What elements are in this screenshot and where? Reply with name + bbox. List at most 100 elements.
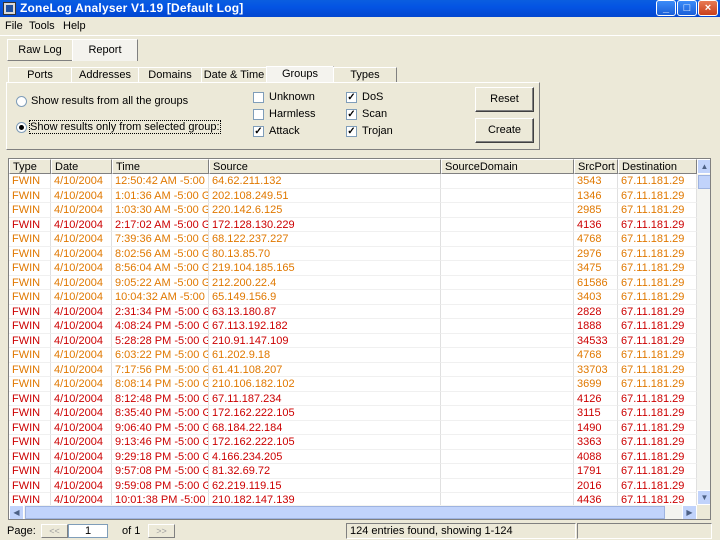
tab-ports[interactable]: Ports — [8, 67, 72, 82]
menu-help[interactable]: Help — [63, 20, 86, 32]
table-row[interactable]: FWIN4/10/20048:35:40 PM -5:00 GM172.162.… — [9, 406, 697, 421]
minimize-button[interactable]: _ — [656, 0, 676, 16]
table-row[interactable]: FWIN4/10/20045:28:28 PM -5:00 GM210.91.1… — [9, 333, 697, 348]
column-header-source-domain[interactable]: SourceDomain — [441, 159, 574, 174]
checkbox-trojan[interactable]: ✓ — [346, 126, 357, 137]
table-row[interactable]: FWIN4/10/200410:04:32 AM -5:00 GI65.149.… — [9, 290, 697, 305]
tab-raw-log[interactable]: Raw Log — [7, 39, 73, 61]
scroll-right-button[interactable]: ▶ — [682, 505, 697, 519]
next-page-button[interactable]: >> — [148, 524, 175, 538]
cell-time: 9:05:22 AM -5:00 GM — [112, 275, 209, 290]
radio-selected-groups[interactable] — [16, 122, 27, 133]
tab-types[interactable]: Types — [333, 67, 397, 82]
scroll-down-button[interactable]: ▼ — [697, 490, 710, 505]
menu-file[interactable]: File — [5, 20, 23, 32]
prev-page-button[interactable]: << — [41, 524, 68, 538]
table-row[interactable]: FWIN4/10/20048:56:04 AM -5:00 GM219.104.… — [9, 261, 697, 276]
create-button[interactable]: Create — [475, 118, 534, 143]
column-header-time[interactable]: Time — [112, 159, 209, 174]
table-row[interactable]: FWIN4/10/20048:08:14 PM -5:00 GM210.106.… — [9, 377, 697, 392]
cell-date: 4/10/2004 — [51, 304, 112, 319]
reset-button[interactable]: Reset — [475, 87, 534, 112]
table-row[interactable]: FWIN4/10/20041:03:30 AM -5:00 GM220.142.… — [9, 203, 697, 218]
cell-destination: 67.11.181.29 — [618, 290, 697, 305]
vertical-scroll-thumb[interactable] — [698, 175, 710, 189]
column-header-source[interactable]: Source — [209, 159, 441, 174]
table-row[interactable]: FWIN4/10/20042:31:34 PM -5:00 GM63.13.18… — [9, 304, 697, 319]
tab-groups[interactable]: Groups — [266, 66, 334, 83]
menu-tools[interactable]: Tools — [29, 20, 55, 32]
cell-type: FWIN — [9, 290, 51, 305]
tab-date-time[interactable]: Date & Time — [201, 67, 267, 82]
cell-source: 210.106.182.102 — [209, 377, 441, 392]
table-row[interactable]: FWIN4/10/20049:06:40 PM -5:00 GM68.184.2… — [9, 420, 697, 435]
cell-destination: 67.11.181.29 — [618, 377, 697, 392]
checkbox-attack-label[interactable]: Attack — [269, 125, 300, 137]
tab-domains[interactable]: Domains — [138, 67, 202, 82]
checkbox-unknown-label[interactable]: Unknown — [269, 91, 315, 103]
checkbox-dos-label[interactable]: DoS — [362, 91, 383, 103]
tab-report[interactable]: Report — [72, 39, 138, 61]
checkbox-unknown[interactable] — [253, 92, 264, 103]
horizontal-scrollbar[interactable]: ◀ ▶ — [9, 505, 697, 519]
checkbox-scan-label[interactable]: Scan — [362, 108, 387, 120]
table-row[interactable]: FWIN4/10/20041:01:36 AM -5:00 GM202.108.… — [9, 188, 697, 203]
scroll-up-button[interactable]: ▲ — [697, 159, 710, 174]
tab-addresses[interactable]: Addresses — [71, 67, 139, 82]
cell-type: FWIN — [9, 362, 51, 377]
table-row[interactable]: FWIN4/10/20042:17:02 AM -5:00 GM172.128.… — [9, 217, 697, 232]
table-row[interactable]: FWIN4/10/20048:02:56 AM -5:00 GM80.13.85… — [9, 246, 697, 261]
cell-destination: 67.11.181.29 — [618, 275, 697, 290]
table-row[interactable]: FWIN4/10/20047:39:36 AM -5:00 GM68.122.2… — [9, 232, 697, 247]
table-row[interactable]: FWIN4/10/200412:50:42 AM -5:00 GI64.62.2… — [9, 174, 697, 189]
cell-src-port: 4768 — [574, 348, 618, 363]
close-button[interactable]: × — [698, 0, 718, 16]
column-header-type[interactable]: Type — [9, 159, 51, 174]
table-row[interactable]: FWIN4/10/20049:29:18 PM -5:00 GM4.166.23… — [9, 449, 697, 464]
cell-type: FWIN — [9, 217, 51, 232]
radio-selected-groups-label[interactable]: Show results only from selected group: — [29, 120, 221, 134]
checkbox-harmless-label[interactable]: Harmless — [269, 108, 315, 120]
column-header-destination[interactable]: Destination — [618, 159, 697, 174]
cell-source-domain — [441, 304, 574, 319]
cell-date: 4/10/2004 — [51, 449, 112, 464]
table-row[interactable]: FWIN4/10/20048:12:48 PM -5:00 GM67.11.18… — [9, 391, 697, 406]
radio-all-groups[interactable] — [16, 96, 27, 107]
groups-panel: Show results from all the groups Show re… — [6, 82, 540, 150]
cell-source: 61.41.108.207 — [209, 362, 441, 377]
checkbox-scan[interactable]: ✓ — [346, 109, 357, 120]
table-row[interactable]: FWIN4/10/20046:03:22 PM -5:00 GM61.202.9… — [9, 348, 697, 363]
page-number-input[interactable]: 1 — [68, 524, 108, 538]
radio-all-groups-label[interactable]: Show results from all the groups — [31, 95, 188, 107]
app-icon[interactable] — [3, 2, 16, 15]
cell-date: 4/10/2004 — [51, 348, 112, 363]
cell-destination: 67.11.181.29 — [618, 362, 697, 377]
cell-src-port: 4126 — [574, 391, 618, 406]
column-header-src-port[interactable]: SrcPort — [574, 159, 618, 174]
cell-source: 81.32.69.72 — [209, 464, 441, 479]
table-row[interactable]: FWIN4/10/20049:57:08 PM -5:00 GM81.32.69… — [9, 464, 697, 479]
cell-source-domain — [441, 464, 574, 479]
cell-time: 5:28:28 PM -5:00 GM — [112, 333, 209, 348]
cell-src-port: 3475 — [574, 261, 618, 276]
horizontal-scroll-thumb[interactable] — [25, 506, 665, 519]
table-row[interactable]: FWIN4/10/20047:17:56 PM -5:00 GM61.41.10… — [9, 362, 697, 377]
checkbox-attack[interactable]: ✓ — [253, 126, 264, 137]
checkbox-dos[interactable]: ✓ — [346, 92, 357, 103]
maximize-button[interactable]: □ — [677, 0, 697, 16]
cell-destination: 67.11.181.29 — [618, 391, 697, 406]
vertical-scrollbar[interactable]: ▲ ▼ — [697, 159, 710, 505]
column-header-date[interactable]: Date — [51, 159, 112, 174]
table-row[interactable]: FWIN4/10/20049:59:08 PM -5:00 GM62.219.1… — [9, 478, 697, 493]
cell-type: FWIN — [9, 449, 51, 464]
checkbox-harmless[interactable] — [253, 109, 264, 120]
cell-source: 172.162.222.105 — [209, 406, 441, 421]
results-table[interactable]: Type Date Time Source SourceDomain SrcPo… — [8, 158, 711, 520]
table-row[interactable]: FWIN4/10/20044:08:24 PM -5:00 GM67.113.1… — [9, 319, 697, 334]
cell-src-port: 4136 — [574, 217, 618, 232]
table-row[interactable]: FWIN4/10/20049:13:46 PM -5:00 GM172.162.… — [9, 435, 697, 450]
checkbox-trojan-label[interactable]: Trojan — [362, 125, 393, 137]
cell-type: FWIN — [9, 203, 51, 218]
scroll-left-button[interactable]: ◀ — [9, 505, 24, 519]
table-row[interactable]: FWIN4/10/20049:05:22 AM -5:00 GM212.200.… — [9, 275, 697, 290]
